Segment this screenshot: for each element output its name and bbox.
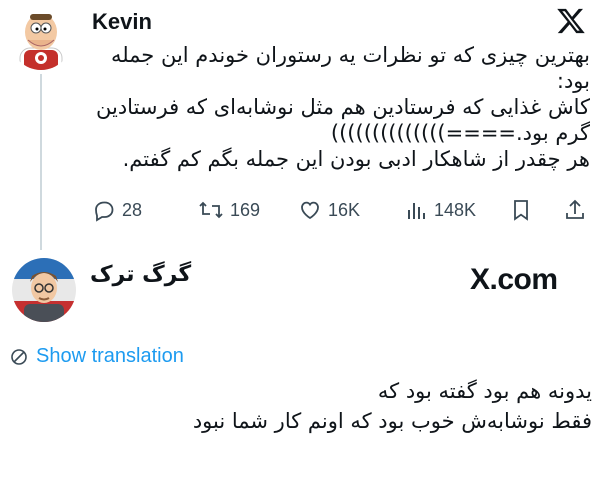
tweet-text-line: بهترین چیزی که تو نظرات یه رستوران خوندم… <box>110 43 590 67</box>
tweet-text: بهترین چیزی که تو نظرات یه رستوران خوندم… <box>84 42 590 172</box>
share-icon <box>566 199 584 219</box>
repost-count: 169 <box>230 199 261 220</box>
views-icon <box>408 203 425 219</box>
x-com-watermark-text: X.com <box>470 263 558 296</box>
bookmark-button[interactable] <box>510 196 532 224</box>
share-button[interactable] <box>564 196 586 224</box>
author-name[interactable]: Kevin <box>92 9 152 35</box>
x-logo-icon <box>556 6 586 36</box>
user-avatar-icon <box>12 258 76 322</box>
repost-button[interactable]: 169 <box>198 196 260 224</box>
reply-text: یدونه هم بود گفته بود که فقط نوشابه‌ش خو… <box>20 376 592 436</box>
avatar[interactable] <box>10 8 72 70</box>
x-com-watermark: X.com <box>470 263 558 297</box>
reply-icon <box>95 201 114 222</box>
show-translation-label: Show translation <box>36 345 184 367</box>
tweet-text-line: کاش غذایی که فرستادین هم مثل نوشابه‌ای ک… <box>95 95 590 119</box>
like-button[interactable]: 16K <box>298 196 360 224</box>
tweet-text-line: گرم بود.====)))))))))))))) <box>330 121 590 145</box>
tweet-text-line: هر چقدر از شاهکار ادبی بودن این جمله بگم… <box>122 147 590 171</box>
reply-count: 28 <box>122 199 143 220</box>
show-translation-link[interactable]: Show translation <box>10 345 184 368</box>
tweet-action-bar: 28 169 16K 148K <box>92 196 592 224</box>
reply-text-line: فقط نوشابه‌ش خوب بود که اونم کار شما نبو… <box>192 409 592 433</box>
repost-icon <box>199 201 223 219</box>
views-button[interactable]: 148K <box>404 196 476 224</box>
thread-connector-line <box>40 74 42 250</box>
peter-griffin-avatar-icon <box>10 8 72 70</box>
views-count: 148K <box>434 199 477 220</box>
like-count: 16K <box>328 199 361 220</box>
bookmark-icon <box>514 200 528 221</box>
heart-icon <box>301 201 319 220</box>
avatar[interactable] <box>12 258 76 322</box>
globe-icon <box>11 348 27 365</box>
author-name[interactable]: گرگ ترک <box>90 262 191 287</box>
tweet-text-line: بود: <box>556 69 590 93</box>
reply-text-line: یدونه هم بود گفته بود که <box>377 379 592 403</box>
reply-button[interactable]: 28 <box>92 196 142 224</box>
